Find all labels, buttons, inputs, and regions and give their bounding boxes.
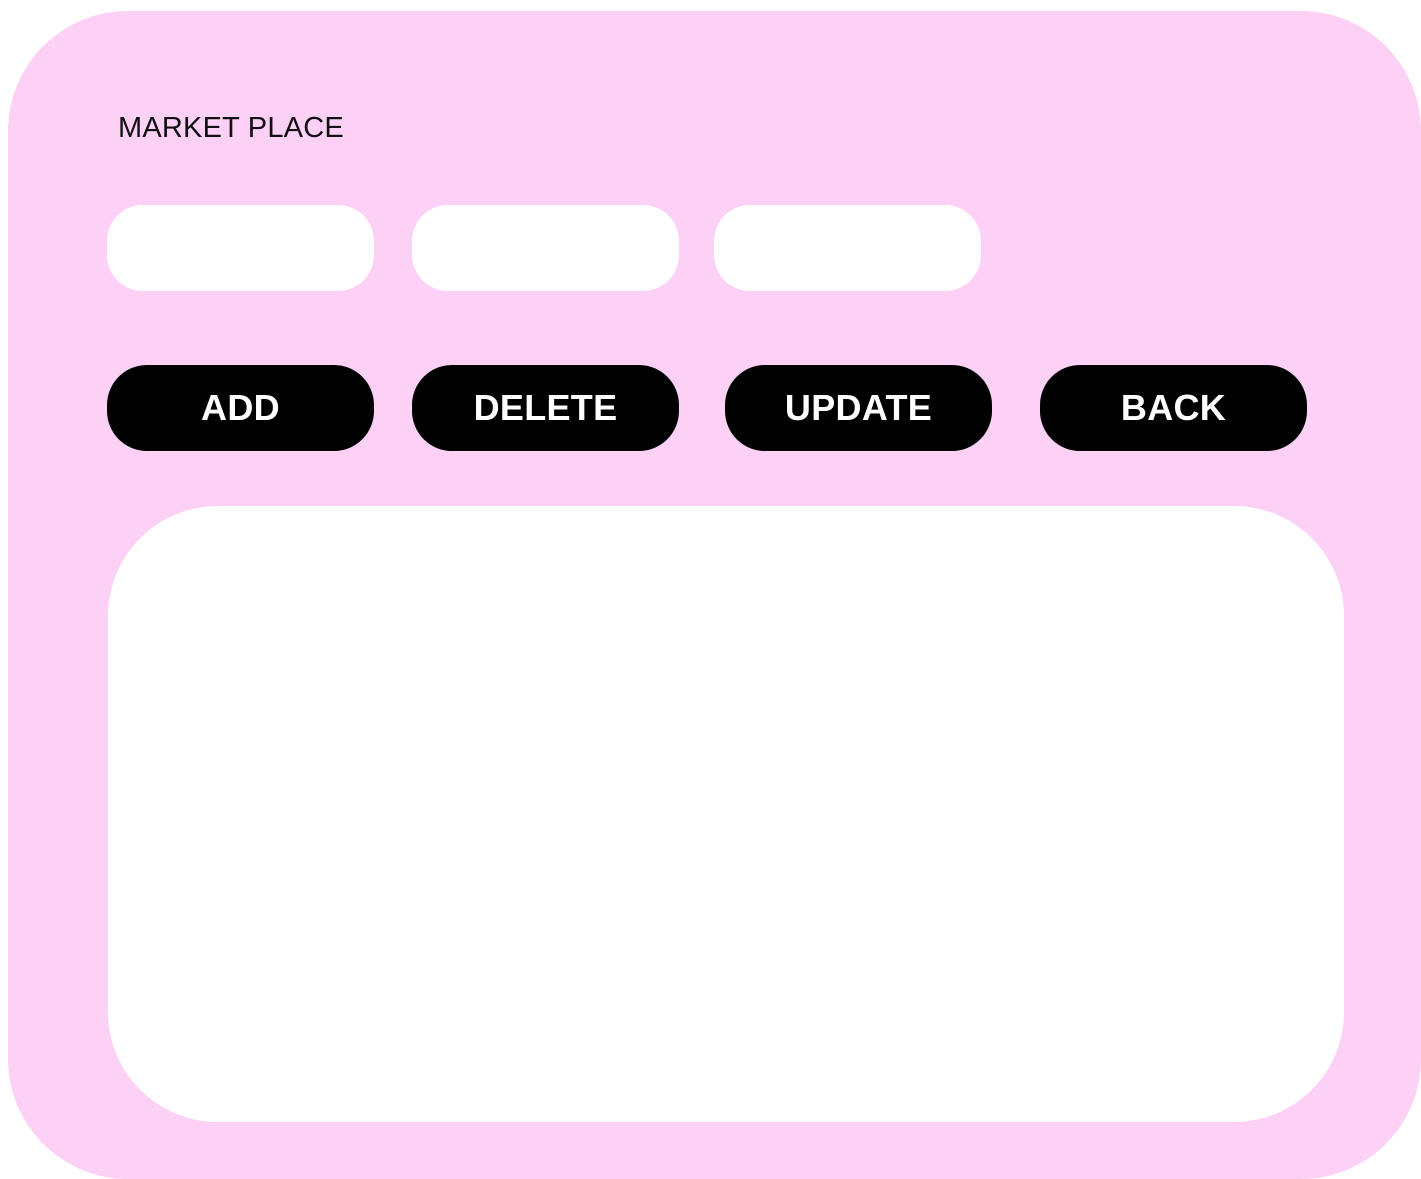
input-field-1[interactable]: [107, 205, 374, 291]
delete-button[interactable]: DELETE: [412, 365, 679, 451]
back-button[interactable]: BACK: [1040, 365, 1307, 451]
input-field-2[interactable]: [412, 205, 679, 291]
update-button[interactable]: UPDATE: [725, 365, 992, 451]
add-button[interactable]: ADD: [107, 365, 374, 451]
page-title: MARKET PLACE: [118, 112, 344, 144]
content-panel: [108, 506, 1344, 1122]
input-field-3[interactable]: [714, 205, 981, 291]
